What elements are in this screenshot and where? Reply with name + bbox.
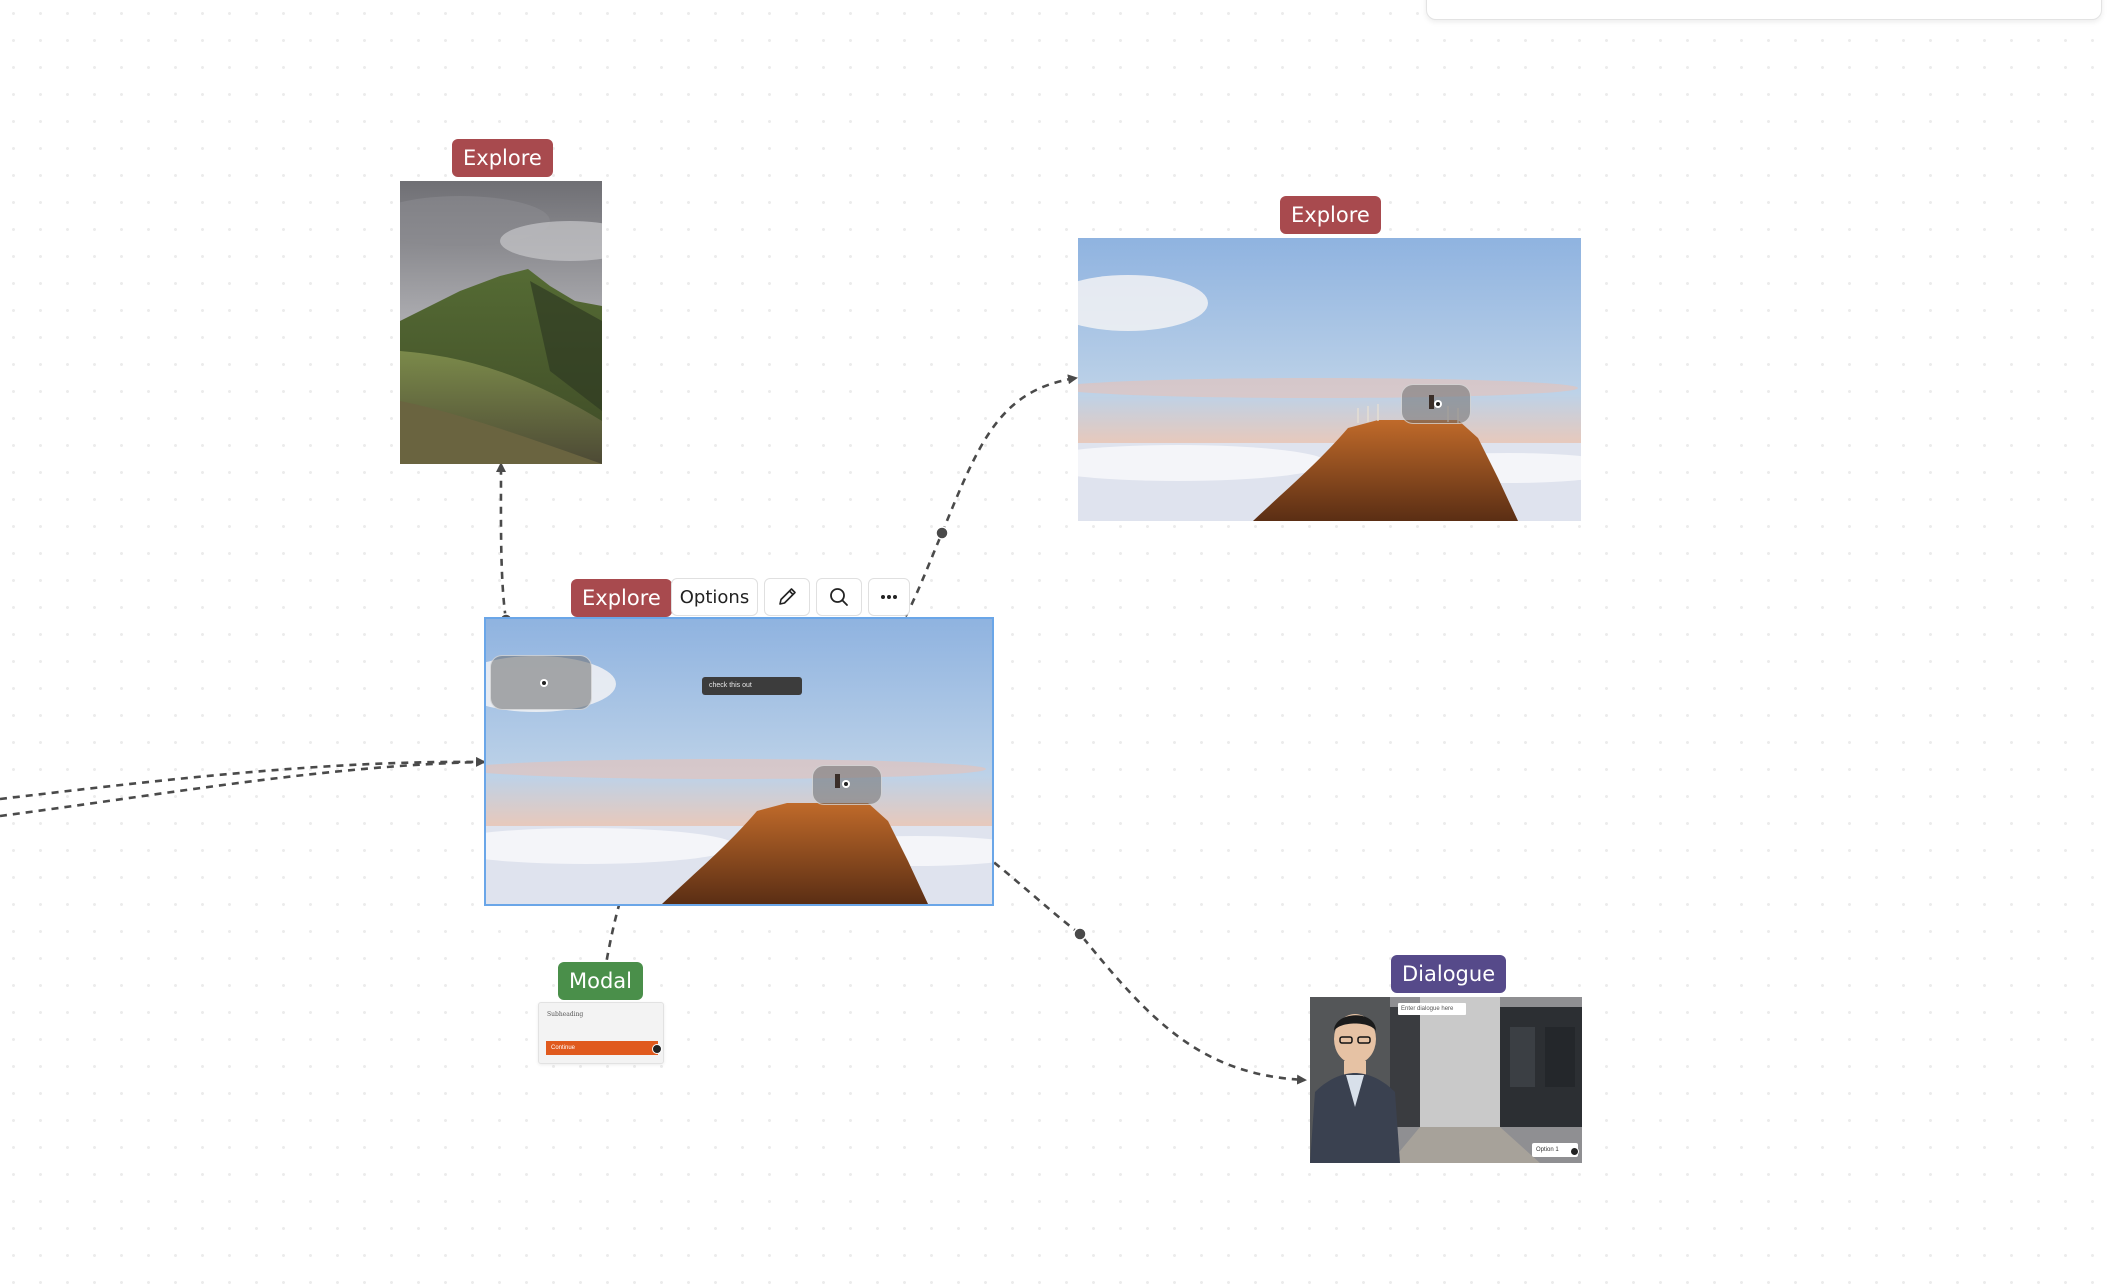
hotspot-marker xyxy=(835,774,850,788)
summit-photo[interactable] xyxy=(1078,238,1581,521)
hotspot[interactable] xyxy=(812,765,882,805)
summit-image xyxy=(1078,238,1581,521)
more-button[interactable] xyxy=(868,578,910,616)
explore-tag[interactable]: Explore xyxy=(452,139,553,177)
hotspot-marker xyxy=(1429,395,1442,409)
edit-button[interactable] xyxy=(764,578,810,616)
connector-offscreen-1[interactable] xyxy=(0,756,486,801)
caption-label[interactable]: check this out xyxy=(702,677,802,695)
option-label: Option 1 xyxy=(1536,1147,1559,1153)
hotspot[interactable] xyxy=(490,655,592,710)
explore-tag[interactable]: Explore xyxy=(571,579,672,617)
modal-card[interactable]: Subheading Continue xyxy=(538,1002,664,1064)
search-button[interactable] xyxy=(816,578,862,616)
connector-port[interactable] xyxy=(1570,1147,1579,1156)
connector-handle[interactable] xyxy=(1073,927,1087,941)
modal-subheading: Subheading xyxy=(547,1011,584,1018)
dialogue-input[interactable]: Enter dialogue here xyxy=(1398,1003,1466,1015)
dialogue-image xyxy=(1310,997,1582,1163)
connector-layer xyxy=(0,374,1307,1085)
search-icon xyxy=(830,588,848,606)
connector-offscreen-2[interactable] xyxy=(0,760,485,818)
pencil-icon xyxy=(779,588,796,605)
selected-scene-photo[interactable]: check this out xyxy=(486,619,992,904)
explore-tag[interactable]: Explore xyxy=(1280,196,1381,234)
mountain-image xyxy=(400,181,602,464)
options-button[interactable]: Options xyxy=(671,578,758,616)
mountain-photo[interactable] xyxy=(400,181,602,464)
hotspot-marker xyxy=(540,679,548,687)
hotspot[interactable] xyxy=(1401,384,1471,424)
connector-port[interactable] xyxy=(652,1044,662,1054)
more-horizontal-icon xyxy=(881,595,897,599)
modal-tag[interactable]: Modal xyxy=(558,962,643,1000)
continue-button[interactable]: Continue xyxy=(546,1041,658,1055)
dialogue-photo[interactable]: Enter dialogue here Option 1 xyxy=(1310,997,1582,1163)
connector-handle[interactable] xyxy=(935,526,949,540)
dialogue-tag[interactable]: Dialogue xyxy=(1391,955,1507,993)
